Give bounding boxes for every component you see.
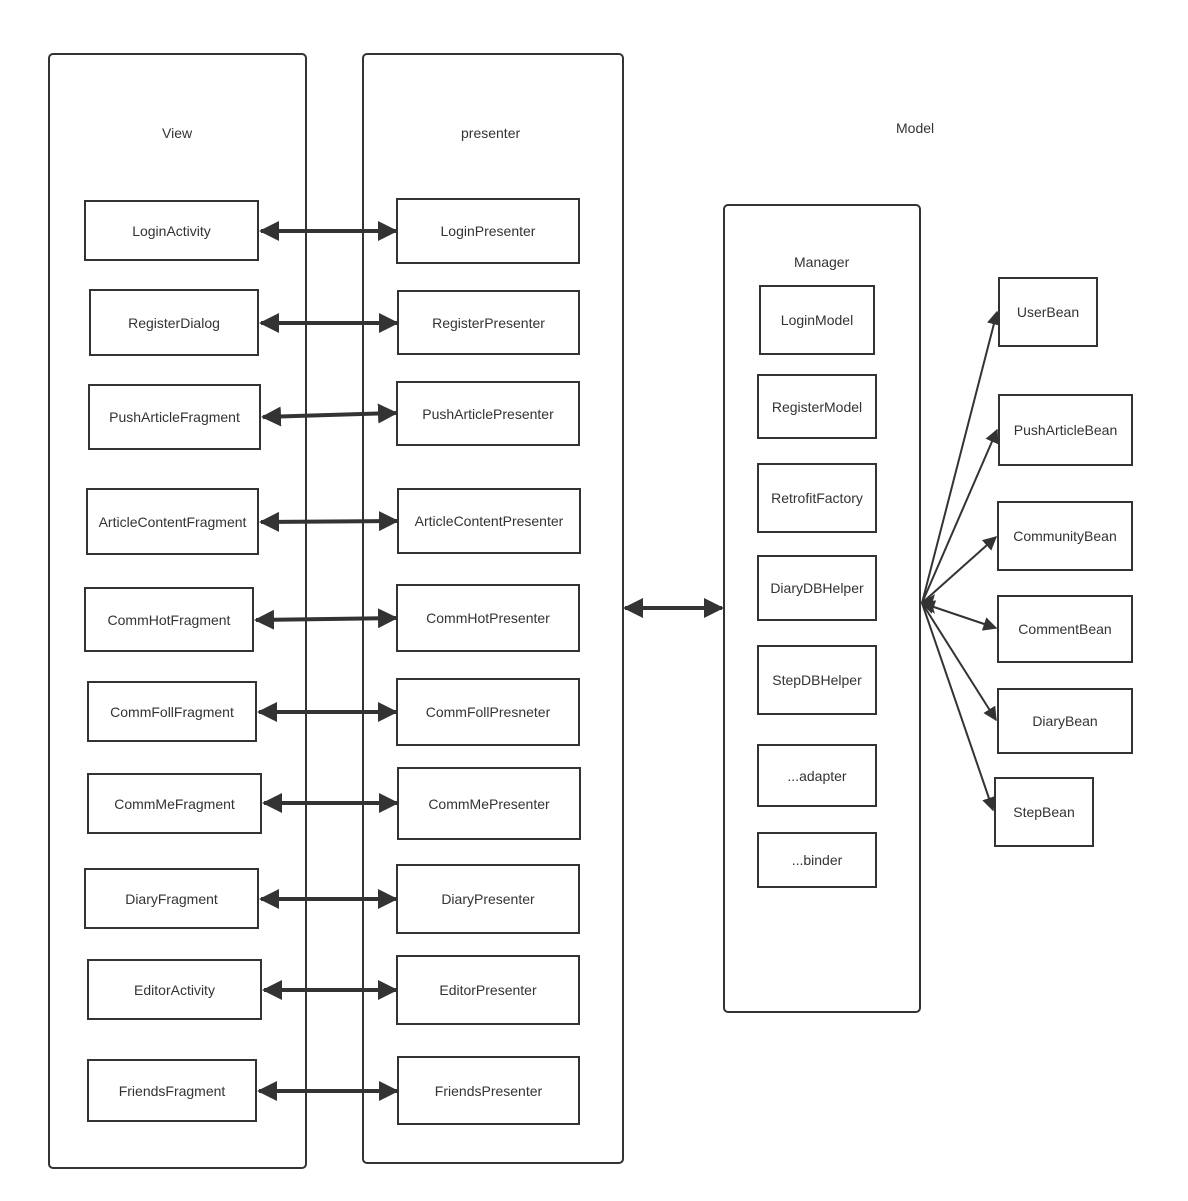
presenter-node-articlecontentpresenter: ArticleContentPresenter — [397, 488, 581, 554]
view-lane-title: View — [162, 125, 193, 141]
manager-node-adapter: ...adapter — [757, 744, 877, 807]
manager-node-stepdbhelper: StepDBHelper — [757, 645, 877, 715]
model-bean-arrow-5 — [921, 602, 997, 722]
manager-node-loginmodel: LoginModel — [759, 285, 875, 355]
view-node-commmefragment: CommMeFragment — [87, 773, 262, 834]
model-bean-arrow-6 — [921, 602, 996, 812]
model-bean-arrow-4 — [920, 600, 998, 631]
presenter-node-loginpresenter: LoginPresenter — [396, 198, 580, 264]
bean-node-communitybean: CommunityBean — [997, 501, 1133, 571]
view-node-articlecontentfragment: ArticleContentFragment — [86, 488, 259, 555]
presenter-node-diarypresenter: DiaryPresenter — [396, 864, 580, 934]
bean-node-pusharticlebean: PushArticleBean — [998, 394, 1133, 466]
manager-node-diarydbhelper: DiaryDBHelper — [757, 555, 877, 621]
presenter-node-commfollpresneter: CommFollPresneter — [396, 678, 580, 746]
presenter-node-commhotpresenter: CommHotPresenter — [396, 584, 580, 652]
presenter-node-pusharticlepresenter: PushArticlePresenter — [396, 381, 580, 446]
presenter-node-commmepresenter: CommMePresenter — [397, 767, 581, 840]
presenter-node-registerpresenter: RegisterPresenter — [397, 290, 580, 355]
presenter-node-friendspresenter: FriendsPresenter — [397, 1056, 580, 1125]
bean-node-diarybean: DiaryBean — [997, 688, 1133, 754]
manager-node-retrofitfactory: RetrofitFactory — [757, 463, 877, 533]
view-node-friendsfragment: FriendsFragment — [87, 1059, 257, 1122]
bean-node-stepbean: StepBean — [994, 777, 1094, 847]
presenter-lane-title: presenter — [461, 125, 521, 141]
bean-node-commentbean: CommentBean — [997, 595, 1133, 663]
view-node-diaryfragment: DiaryFragment — [84, 868, 259, 929]
manager-title: Manager — [794, 254, 850, 270]
view-node-loginactivity: LoginActivity — [84, 200, 259, 261]
bean-node-userbean: UserBean — [998, 277, 1098, 347]
view-node-commfollfragment: CommFollFragment — [87, 681, 257, 742]
model-bean-arrow-3 — [921, 536, 998, 604]
view-node-editoractivity: EditorActivity — [87, 959, 262, 1020]
manager-node-binder: ...binder — [757, 832, 877, 888]
view-node-registerdialog: RegisterDialog — [89, 289, 259, 356]
model-lane-title: Model — [896, 120, 935, 136]
view-node-commhotfragment: CommHotFragment — [84, 587, 254, 652]
presenter-node-editorpresenter: EditorPresenter — [396, 955, 580, 1025]
view-node-pusharticlefragment: PushArticleFragment — [88, 384, 261, 450]
manager-node-registermodel: RegisterModel — [757, 374, 877, 439]
